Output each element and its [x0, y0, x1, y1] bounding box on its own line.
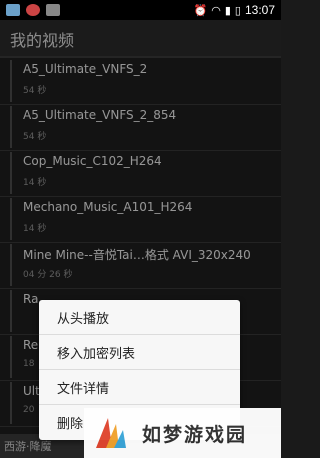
battery-icon: ▯	[234, 3, 241, 17]
alarm-icon: ⏰	[193, 3, 208, 17]
notification-usb-icon	[46, 4, 60, 16]
signal-icon: ▮	[224, 3, 231, 17]
menu-item-file-details[interactable]: 文件详情	[39, 370, 240, 405]
clock: 13:07	[244, 3, 275, 17]
status-bar: ⏰ ◠ ▮ ▯ 13:07	[0, 0, 281, 20]
watermark-logo-icon	[96, 418, 126, 448]
notification-app-icon	[6, 4, 20, 16]
watermark-brand: 如梦游戏园	[142, 424, 248, 446]
menu-item-label: 从头播放	[57, 312, 110, 327]
wifi-icon: ◠	[211, 3, 221, 17]
watermark: 如梦游戏园	[84, 408, 281, 458]
menu-item-label: 删除	[57, 417, 84, 432]
menu-item-move-to-encrypted[interactable]: 移入加密列表	[39, 335, 240, 370]
menu-item-play-from-start[interactable]: 从头播放	[39, 300, 240, 335]
notification-shield-icon	[26, 4, 40, 16]
menu-item-label: 文件详情	[57, 382, 110, 397]
menu-item-label: 移入加密列表	[57, 347, 136, 362]
